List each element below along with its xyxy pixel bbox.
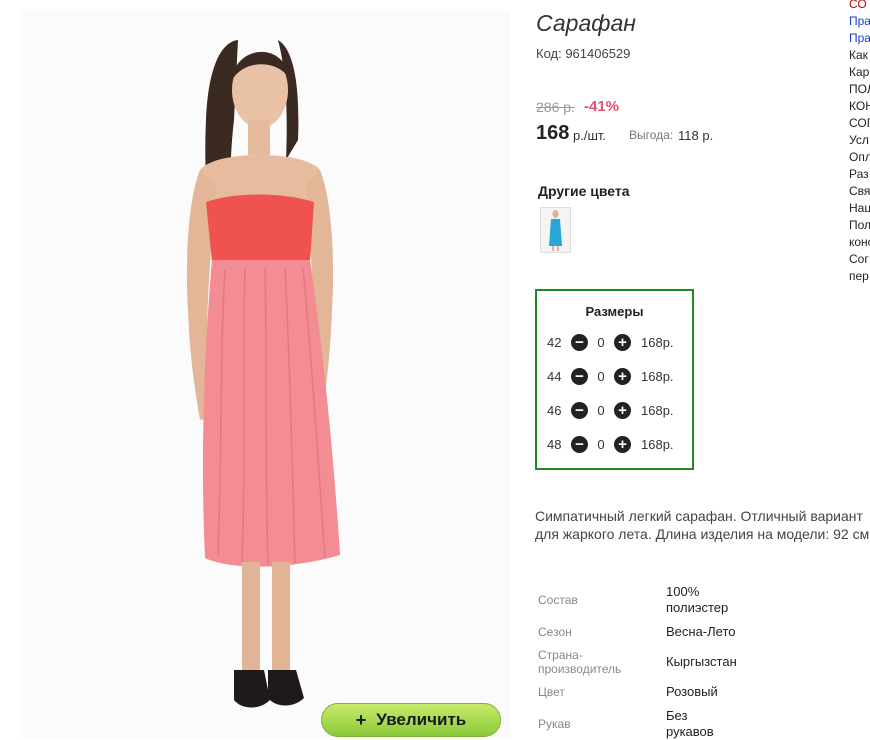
plus-icon[interactable]: +	[614, 367, 631, 385]
quantity-value: 0	[597, 334, 605, 350]
side-link[interactable]: Пол	[849, 217, 870, 234]
size-price: 168р.	[641, 368, 674, 384]
size-row: 42 − 0 + 168р.	[547, 332, 674, 352]
size-row: 48 − 0 + 168р.	[547, 434, 674, 454]
size-label: 46	[547, 402, 562, 418]
side-menu: СО Пра Пра Как Кар ПОЛ КОН СОГ Усл Опл Р…	[849, 0, 870, 285]
savings-label: Выгода:	[629, 128, 674, 142]
product-description: Симпатичный легкий сарафан. Отличный вар…	[535, 508, 870, 542]
size-label: 48	[547, 436, 562, 452]
attribute-value: Кыргызстан	[666, 654, 737, 669]
size-price: 168р.	[641, 402, 674, 418]
model-in-dress-image	[20, 10, 510, 738]
color-swatch-blue[interactable]	[540, 207, 571, 253]
product-photo[interactable]	[20, 10, 510, 738]
minus-icon[interactable]: −	[571, 367, 588, 385]
side-link[interactable]: СО	[849, 0, 870, 13]
side-link[interactable]: конс	[849, 234, 870, 251]
other-colors-heading: Другие цвета	[538, 183, 630, 199]
quantity-value: 0	[597, 436, 605, 452]
product-sku: Код: 961406529	[536, 46, 631, 61]
size-price: 168р.	[641, 334, 674, 350]
attribute-key: Цвет	[538, 685, 565, 699]
plus-icon[interactable]: +	[614, 401, 631, 419]
current-price: 168	[536, 122, 570, 144]
discount-badge: -41%	[584, 98, 620, 115]
side-link[interactable]: СОГ	[849, 115, 870, 132]
plus-icon[interactable]: +	[614, 435, 631, 453]
plus-icon: +	[355, 709, 367, 730]
price-unit: р./шт.	[573, 128, 607, 143]
quantity-value: 0	[597, 402, 605, 418]
side-link[interactable]: Пра	[849, 13, 870, 30]
side-link[interactable]: Пра	[849, 30, 870, 47]
attribute-key: Рукав	[538, 717, 571, 731]
plus-icon[interactable]: +	[614, 333, 631, 351]
blue-dress-thumbnail	[549, 210, 562, 251]
side-link[interactable]: пер	[849, 268, 870, 285]
attribute-value: Весна-Лето	[666, 624, 736, 639]
side-link[interactable]: Свя	[849, 183, 870, 200]
attribute-value: Розовый	[666, 684, 718, 699]
size-label: 42	[547, 334, 562, 350]
quantity-value: 0	[597, 368, 605, 384]
side-link[interactable]: ПОЛ	[849, 81, 870, 98]
attribute-value: Без рукавов	[666, 708, 714, 739]
product-title: Сарафан	[536, 10, 636, 36]
side-link[interactable]: Нац	[849, 200, 870, 217]
side-link[interactable]: Раз	[849, 166, 870, 183]
minus-icon[interactable]: −	[571, 401, 588, 419]
attribute-value: 100% полиэстер	[666, 584, 729, 615]
sizes-box: Размеры 42 − 0 + 168р. 44 − 0 + 168р. 46…	[535, 289, 694, 470]
side-link[interactable]: КОН	[849, 98, 870, 115]
zoom-button[interactable]: + Увеличить	[321, 703, 501, 737]
minus-icon[interactable]: −	[571, 435, 588, 453]
size-label: 44	[547, 368, 562, 384]
savings-value: 118 р.	[678, 128, 714, 143]
attribute-key: Сезон	[538, 625, 572, 639]
size-row: 46 − 0 + 168р.	[547, 400, 674, 420]
attribute-key: Страна-производитель	[538, 648, 622, 676]
size-row: 44 − 0 + 168р.	[547, 366, 674, 386]
size-price: 168р.	[641, 436, 674, 452]
side-link[interactable]: Кар	[849, 64, 870, 81]
minus-icon[interactable]: −	[571, 333, 588, 351]
side-link[interactable]: Опл	[849, 149, 870, 166]
sizes-heading: Размеры	[585, 304, 644, 319]
side-link[interactable]: Усл	[849, 132, 870, 149]
attribute-key: Состав	[538, 593, 578, 607]
side-link[interactable]: Как	[849, 47, 870, 64]
side-link[interactable]: Сог	[849, 251, 870, 268]
old-price: 286 р.	[536, 99, 575, 115]
zoom-label: Увеличить	[376, 710, 467, 729]
